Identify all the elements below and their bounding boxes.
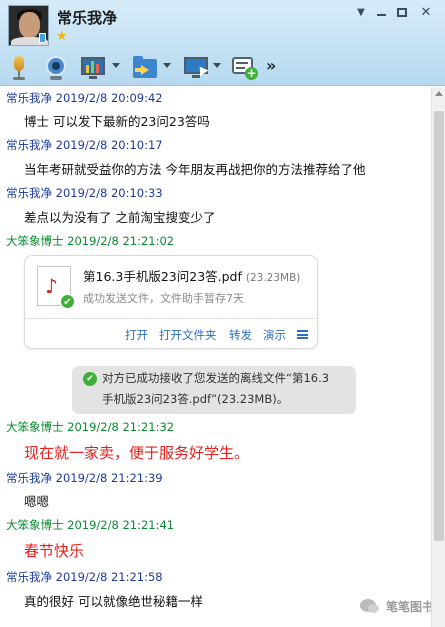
message-time: 2019/2/8 21:21:39 bbox=[55, 471, 163, 485]
pdf-file-icon[interactable]: ♪ ✔ bbox=[37, 266, 75, 309]
message-text: 博士 可以发下最新的23问23答吗 bbox=[24, 114, 210, 129]
message-time: 2019/2/8 21:21:41 bbox=[67, 518, 175, 532]
present-link[interactable]: 演示 bbox=[263, 327, 286, 343]
notice-text: 对方已成功接收了您发送的离线文件“第16.3 bbox=[102, 371, 330, 385]
chevron-down-icon[interactable] bbox=[213, 63, 221, 68]
minimize-icon[interactable] bbox=[374, 6, 390, 20]
screen-share-icon[interactable] bbox=[81, 56, 105, 80]
sender-name: 大笨象博士 bbox=[6, 234, 64, 248]
file-status: 成功发送文件，文件助手暂存7天 bbox=[83, 292, 244, 305]
chat-history[interactable]: 常乐我净 2019/2/8 20:09:42 博士 可以发下最新的23问23答吗… bbox=[0, 87, 445, 627]
menu-icon[interactable] bbox=[297, 330, 308, 339]
sender-name: 常乐我净 bbox=[6, 471, 52, 485]
message-header: 大笨象博士 2019/2/8 21:21:41 bbox=[6, 518, 174, 532]
remote-desktop-icon[interactable] bbox=[184, 56, 210, 80]
wechat-icon bbox=[360, 599, 379, 613]
message-header: 常乐我净 2019/2/8 20:10:17 bbox=[6, 138, 163, 152]
title-bar: 常乐我净 ★ ▼ ✕ bbox=[0, 0, 445, 50]
check-icon: ✔ bbox=[60, 294, 75, 309]
message-text: 真的很好 可以就像绝世秘籍一样 bbox=[24, 594, 203, 609]
system-notice: ✔ 对方已成功接收了您发送的离线文件“第16.3 手机版23问23答.pdf”(… bbox=[72, 366, 356, 414]
file-name-text: 第16.3手机版23问23答.pdf bbox=[83, 269, 242, 284]
message-time: 2019/2/8 20:10:17 bbox=[55, 138, 163, 152]
notice-text: 手机版23问23答.pdf”(23.23MB)。 bbox=[102, 392, 289, 406]
message-header: 常乐我净 2019/2/8 21:21:39 bbox=[6, 471, 163, 485]
arrow-down-icon[interactable]: ▼ bbox=[353, 6, 369, 20]
chevron-down-icon[interactable] bbox=[163, 63, 171, 68]
toolbar: + » bbox=[0, 50, 445, 86]
message-time: 2019/2/8 20:10:33 bbox=[55, 186, 163, 200]
sender-name: 常乐我净 bbox=[6, 570, 52, 584]
camera-icon[interactable] bbox=[45, 56, 67, 80]
folder-send-icon[interactable] bbox=[133, 56, 159, 80]
scroll-up-icon[interactable] bbox=[435, 91, 443, 96]
sender-name: 常乐我净 bbox=[6, 91, 52, 105]
message-text: 差点以为没有了 之前淘宝搜变少了 bbox=[24, 210, 216, 225]
message-header: 常乐我净 2019/2/8 21:21:58 bbox=[6, 570, 163, 584]
message-header: 大笨象博士 2019/2/8 21:21:32 bbox=[6, 420, 174, 434]
file-card[interactable]: ♪ ✔ 第16.3手机版23问23答.pdf (23.23MB) 成功发送文件，… bbox=[24, 255, 318, 349]
message-time: 2019/2/8 21:21:58 bbox=[55, 570, 163, 584]
watermark-text: 笔笔图书 bbox=[386, 600, 435, 614]
message-text: 现在就一家卖，便于服务好学生。 bbox=[24, 444, 250, 462]
message-text: 嗯嗯 bbox=[24, 494, 50, 509]
check-icon: ✔ bbox=[83, 372, 97, 386]
chevron-down-icon[interactable] bbox=[112, 63, 120, 68]
more-icon[interactable]: » bbox=[266, 56, 276, 80]
mobile-online-icon bbox=[39, 33, 46, 43]
open-link[interactable]: 打开 bbox=[125, 327, 148, 343]
sender-name: 常乐我净 bbox=[6, 138, 52, 152]
message-header: 常乐我净 2019/2/8 20:10:33 bbox=[6, 186, 163, 200]
contact-name[interactable]: 常乐我净 bbox=[57, 7, 117, 28]
message-header: 大笨象博士 2019/2/8 21:21:02 bbox=[6, 234, 174, 248]
sender-name: 大笨象博士 bbox=[6, 518, 64, 532]
star-icon[interactable]: ★ bbox=[56, 30, 68, 43]
message-text: 当年考研就受益你的方法 今年朋友再战把你的方法推荐给了他 bbox=[24, 162, 366, 177]
message-time: 2019/2/8 21:21:32 bbox=[67, 420, 175, 434]
scroll-thumb[interactable] bbox=[434, 111, 444, 541]
message-text: 春节快乐 bbox=[24, 542, 85, 560]
file-name[interactable]: 第16.3手机版23问23答.pdf (23.23MB) bbox=[83, 266, 300, 285]
close-icon[interactable]: ✕ bbox=[418, 6, 434, 20]
maximize-icon[interactable] bbox=[394, 6, 410, 20]
open-folder-link[interactable]: 打开文件夹 bbox=[159, 327, 217, 343]
forward-link[interactable]: 转发 bbox=[229, 327, 252, 343]
microphone-icon[interactable] bbox=[10, 56, 28, 80]
divider bbox=[25, 318, 317, 319]
avatar[interactable] bbox=[8, 5, 49, 46]
scrollbar[interactable] bbox=[431, 87, 445, 627]
add-message-icon[interactable]: + bbox=[232, 56, 258, 80]
message-time: 2019/2/8 20:09:42 bbox=[55, 91, 163, 105]
message-header: 常乐我净 2019/2/8 20:09:42 bbox=[6, 91, 163, 105]
file-size: (23.23MB) bbox=[245, 272, 301, 284]
message-time: 2019/2/8 21:21:02 bbox=[67, 234, 175, 248]
sender-name: 常乐我净 bbox=[6, 186, 52, 200]
sender-name: 大笨象博士 bbox=[6, 420, 64, 434]
